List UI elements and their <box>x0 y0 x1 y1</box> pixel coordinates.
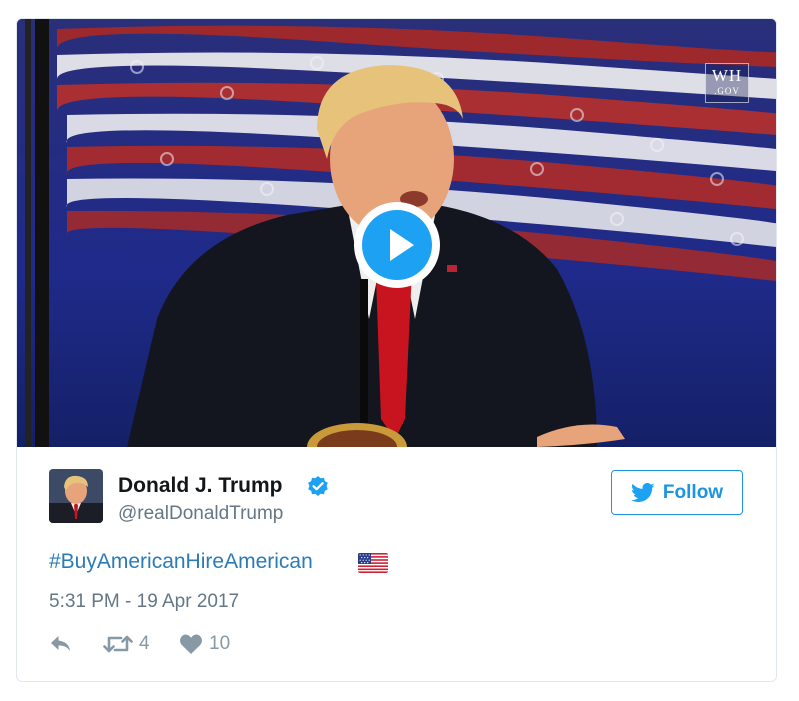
play-icon <box>390 229 414 261</box>
tweet-card: WH .GOV Donald J. Trump @realDonaldTrump <box>16 18 777 682</box>
follow-button[interactable]: Follow <box>611 470 743 515</box>
verified-badge-icon <box>306 475 330 499</box>
reply-button[interactable] <box>49 631 73 657</box>
video-player[interactable]: WH .GOV <box>17 19 776 447</box>
like-button[interactable]: 10 <box>179 631 230 657</box>
wh-gov-watermark: WH .GOV <box>705 63 749 103</box>
hashtag-link[interactable]: #BuyAmericanHireAmerican <box>49 550 313 574</box>
watermark-line1: WH <box>711 66 743 85</box>
us-flag-emoji <box>358 553 388 573</box>
like-count: 10 <box>209 633 231 654</box>
author-name[interactable]: Donald J. Trump <box>118 474 283 498</box>
retweet-count: 4 <box>139 633 150 654</box>
play-icon-circle <box>362 210 432 280</box>
retweet-button[interactable]: 4 <box>103 631 150 657</box>
play-button[interactable] <box>354 202 440 288</box>
twitter-bird-icon <box>630 482 655 502</box>
follow-label: Follow <box>662 481 724 503</box>
avatar[interactable] <box>49 469 103 523</box>
watermark-line2: .GOV <box>714 86 740 96</box>
retweet-icon <box>103 635 133 653</box>
heart-icon <box>180 634 202 654</box>
author-handle[interactable]: @realDonaldTrump <box>118 503 283 525</box>
reply-icon <box>51 636 70 651</box>
tweet-timestamp[interactable]: 5:31 PM - 19 Apr 2017 <box>49 591 239 613</box>
